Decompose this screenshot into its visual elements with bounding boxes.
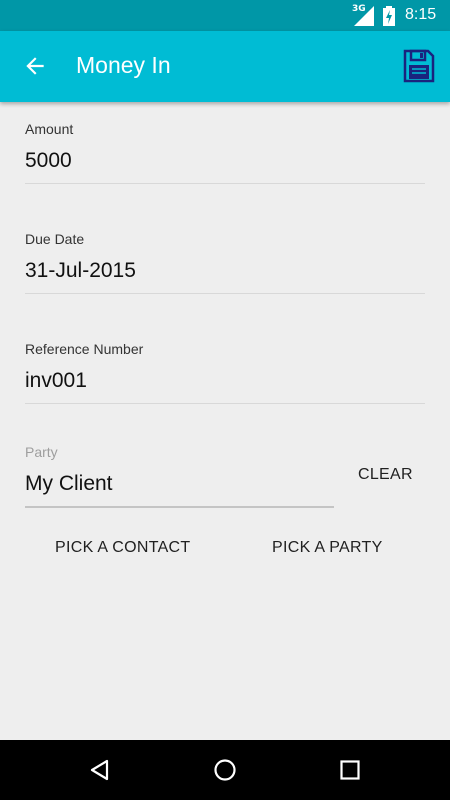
reference-number-underline [25,403,425,404]
pick-party-button[interactable]: PICK A PARTY [272,539,383,557]
status-bar: 3G 8:15 [0,0,450,31]
clock: 8:15 [405,6,437,23]
clear-button[interactable]: CLEAR [358,466,413,484]
back-arrow-icon[interactable] [22,53,48,79]
reference-number-label: Reference Number [25,341,144,357]
page-title: Money In [76,52,171,78]
party-input[interactable]: My Client [25,472,335,496]
party-field[interactable]: Party My Client [25,444,335,508]
back-triangle-icon[interactable] [88,758,112,782]
amount-label: Amount [25,121,74,137]
navigation-bar [0,740,450,800]
due-date-underline [25,293,425,294]
party-underline [25,506,334,508]
reference-number-input[interactable]: inv001 [25,369,425,393]
due-date-input[interactable]: 31-Jul-2015 [25,259,425,283]
due-date-field[interactable]: Due Date 31-Jul-2015 [25,231,425,294]
party-label: Party [25,444,58,460]
save-icon[interactable] [403,49,435,83]
amount-field[interactable]: Amount 5000 [25,121,425,184]
pick-contact-button[interactable]: PICK A CONTACT [55,539,190,557]
recents-square-icon[interactable] [338,758,362,782]
home-circle-icon[interactable] [213,758,237,782]
app-bar: Money In [0,31,450,102]
amount-input[interactable]: 5000 [25,149,425,173]
signal-icon [354,6,374,26]
due-date-label: Due Date [25,231,85,247]
amount-underline [25,183,425,184]
reference-number-field[interactable]: Reference Number inv001 [25,341,425,404]
battery-charging-icon [383,6,395,26]
